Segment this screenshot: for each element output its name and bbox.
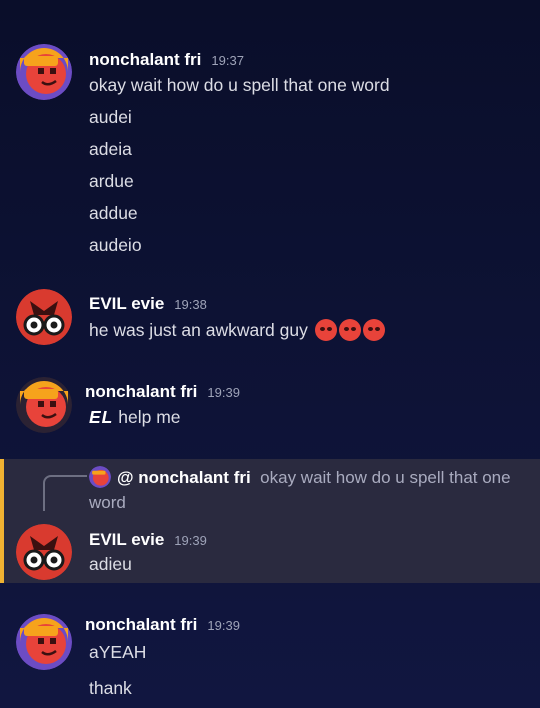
avatar-evie-image — [16, 524, 72, 580]
message-text: okay wait how do u spell that one word — [89, 75, 390, 95]
avatar-nonchalant-image — [16, 44, 72, 100]
pleading-face-emoji-icon[interactable] — [362, 319, 385, 341]
message-text: addue — [89, 203, 138, 223]
pleading-face-emoji-icon[interactable] — [314, 319, 337, 341]
message-text: ardue — [89, 171, 134, 191]
message-text: thank — [89, 678, 132, 698]
message-author[interactable]: EVIL evie 19:38 — [89, 294, 207, 314]
message-author[interactable]: nonchalant fri 19:37 — [89, 50, 244, 70]
reply-avatar-icon — [89, 466, 111, 488]
avatar-nonchalant-image — [16, 614, 72, 670]
timestamp: 19:37 — [211, 53, 244, 68]
message-author[interactable]: nonchalant fri 19:39 — [85, 382, 240, 402]
message-text: he was just an awkward guy — [89, 319, 385, 341]
message-text: aYEAH — [89, 642, 147, 662]
author-name[interactable]: nonchalant fri — [85, 615, 197, 634]
message-body: help me — [118, 407, 181, 427]
reply-connector — [43, 475, 87, 511]
avatar-nonchalant-image — [16, 377, 72, 433]
message-author[interactable]: nonchalant fri 19:39 — [85, 615, 240, 635]
author-name[interactable]: nonchalant fri — [85, 382, 197, 401]
avatar-evie-image — [16, 289, 72, 345]
author-name[interactable]: EVIL evie — [89, 294, 164, 313]
avatar-evil-evie[interactable] — [16, 524, 72, 580]
author-name[interactable]: EVIL evie — [89, 530, 164, 549]
message-body: he was just an awkward guy — [89, 320, 308, 340]
message-text: EL help me — [89, 407, 181, 428]
message-text: adeia — [89, 139, 132, 159]
reply-reference[interactable]: @ nonchalant fri okay wait how do u spel… — [89, 465, 519, 515]
timestamp: 19:38 — [174, 297, 207, 312]
timestamp: 19:39 — [207, 385, 240, 400]
el-emote[interactable]: EL — [89, 407, 113, 427]
timestamp: 19:39 — [207, 618, 240, 633]
avatar-nonchalant-fri[interactable] — [16, 614, 72, 670]
mention-accent-bar — [0, 459, 4, 583]
message-text: adieu — [89, 554, 132, 574]
message-text: audei — [89, 107, 132, 127]
avatar-nonchalant-fri[interactable] — [16, 44, 72, 100]
reply-author[interactable]: @ nonchalant fri — [117, 468, 251, 487]
message-text: audeio — [89, 235, 142, 255]
avatar-evil-evie[interactable] — [16, 289, 72, 345]
pleading-face-emoji-icon[interactable] — [338, 319, 361, 341]
author-name[interactable]: nonchalant fri — [89, 50, 201, 69]
avatar-nonchalant-fri[interactable] — [16, 377, 72, 433]
timestamp: 19:39 — [174, 533, 207, 548]
message-author[interactable]: EVIL evie 19:39 — [89, 530, 207, 550]
